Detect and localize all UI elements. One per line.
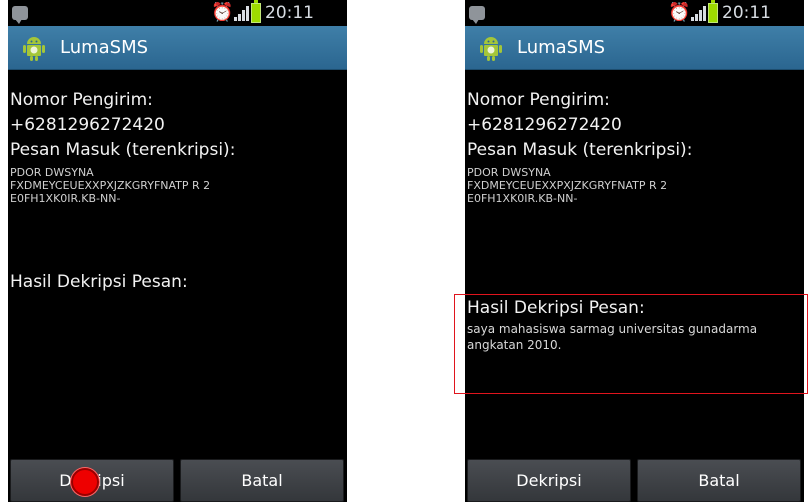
message-details: Nomor Pengirim: +6281296272420 Pesan Mas… (467, 88, 802, 205)
battery-icon (708, 0, 718, 23)
battery-icon (251, 0, 261, 23)
status-clock: 20:11 (265, 3, 314, 23)
action-bar: LumaSMS (8, 26, 347, 70)
cancel-button[interactable]: Batal (180, 459, 344, 502)
sender-label: Nomor Pengirim: (467, 90, 610, 110)
app-title: LumaSMS (517, 37, 606, 58)
button-bar: Dekripsi Batal (465, 459, 804, 502)
alarm-clock-icon: ⏰ (668, 2, 691, 23)
signal-strength-icon (691, 5, 707, 21)
alarm-clock-icon: ⏰ (211, 2, 234, 23)
message-details: Nomor Pengirim: +6281296272420 Pesan Mas… (10, 88, 345, 205)
cancel-button[interactable]: Batal (637, 459, 801, 502)
tap-indicator-marker (71, 468, 99, 496)
encrypted-label: Pesan Masuk (terenkripsi): (467, 140, 693, 160)
sender-number: +6281296272420 (467, 115, 622, 135)
phone-screen-before: ⏰ 20:11 LumaSMS Nomor Pengirim: +6281296… (8, 0, 347, 502)
action-bar: LumaSMS (465, 26, 804, 70)
encrypted-label: Pesan Masuk (terenkripsi): (10, 140, 236, 160)
status-bar: ⏰ 20:11 (8, 0, 347, 26)
app-title: LumaSMS (60, 37, 149, 58)
status-bar: ⏰ 20:11 (465, 0, 804, 26)
signal-strength-icon (234, 5, 250, 21)
android-robot-icon (23, 37, 45, 61)
result-highlight-box (454, 294, 808, 394)
encrypted-text: PDOR DWSYNA FXDMEYCEUEXXPXJZKGRYFNATP R … (10, 166, 211, 205)
message-icon (469, 6, 485, 24)
phone-screen-after: ⏰ 20:11 LumaSMS Nomor Pengirim: +6281296… (465, 0, 804, 502)
status-clock: 20:11 (722, 3, 771, 23)
decrypt-result-label: Hasil Dekripsi Pesan: (10, 272, 188, 292)
sender-number: +6281296272420 (10, 115, 165, 135)
decrypt-button[interactable]: Dekripsi (467, 459, 631, 502)
encrypted-text: PDOR DWSYNA FXDMEYCEUEXXPXJZKGRYFNATP R … (467, 166, 668, 205)
sender-label: Nomor Pengirim: (10, 90, 153, 110)
android-robot-icon (480, 37, 502, 61)
message-icon (12, 6, 28, 24)
button-bar: Dekripsi Batal (8, 459, 347, 502)
